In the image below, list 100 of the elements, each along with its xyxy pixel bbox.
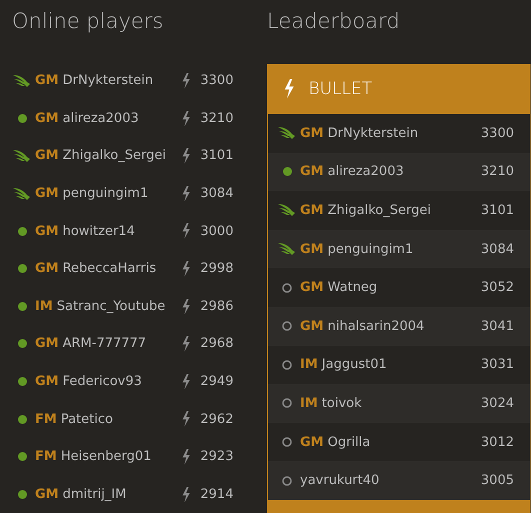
player-name[interactable]: Ogrilla [328,434,370,450]
lightning-icon [182,374,190,390]
leaderboard-row[interactable]: GM nihalsarin2004 3041 [268,306,530,346]
offline-circle-icon [282,360,292,370]
player-title: GM [35,336,59,352]
lightning-icon [182,411,190,427]
player-rating: 3210 [480,164,514,180]
player-rating: 3000 [200,224,234,239]
player-name[interactable]: penguingim1 [328,242,414,257]
leaderboard-row[interactable]: GM penguingim1 3084 [268,230,530,268]
player-rating: 2914 [200,486,234,502]
player-name[interactable]: toivok [322,396,362,411]
player-title: IM [300,357,318,372]
offline-circle-icon [282,398,292,408]
player-rating: 3101 [480,202,514,218]
player-name[interactable]: RebeccaHarris [62,261,156,276]
player-rating: 3084 [200,186,234,202]
offline-circle-icon [282,282,292,293]
player-rating: 3012 [480,434,514,450]
lightning-icon [182,110,190,126]
section-heading: Leaderboard [267,8,401,35]
lightning-icon [182,298,190,314]
leaderboard-row[interactable]: GM alireza2003 3210 [268,152,530,192]
player-name[interactable]: Jaggust01 [322,357,387,372]
player-rating: 3005 [480,473,514,488]
online-dot-icon [18,377,26,386]
panel-title: BULLET [308,79,372,99]
player-name[interactable]: Zhigalko_Sergei [328,202,431,218]
player-title: GM [35,486,59,502]
section-heading: Online players [12,8,164,35]
player-name[interactable]: alireza2003 [62,110,139,126]
player-rating: 3084 [480,242,514,257]
online-dot-icon [18,302,26,311]
wings-icon [278,126,296,140]
leaderboard-row[interactable]: GM Watneg 3052 [268,268,530,307]
player-title: GM [35,374,59,390]
leaderboard-row[interactable]: IM Jaggust01 3031 [268,346,530,384]
player-title: GM [35,224,59,239]
player-name[interactable]: Zhigalko_Sergei [62,148,166,164]
player-name[interactable]: dmitrij_IM [62,486,126,502]
player-name[interactable]: DrNykterstein [328,126,418,141]
lightning-icon [182,260,190,277]
offline-circle-icon [282,476,292,486]
player-rating: 2998 [200,261,234,276]
player-rating: 3300 [200,73,234,88]
player-rating: 3300 [480,126,514,141]
online-dot-icon [18,264,26,274]
offline-circle-icon [282,321,292,332]
wings-icon [13,148,31,163]
player-name[interactable]: Heisenberg01 [60,449,152,464]
player-rating: 3031 [480,357,514,372]
leaderboard-row[interactable]: GM DrNykterstein 3300 [268,114,530,153]
player-title: GM [300,434,324,450]
lightning-icon [182,148,190,164]
player-name[interactable]: yavrukurt40 [300,473,380,488]
player-name[interactable]: Federicov93 [62,374,142,390]
leaderboard-row[interactable]: GM Ogrilla 3012 [268,422,530,462]
player-title: FM [35,412,57,427]
wings-icon [13,186,31,201]
lightning-icon [284,79,294,99]
player-name[interactable]: ARM-777777 [62,336,146,352]
wings-icon [278,242,296,256]
player-title: GM [35,186,59,202]
player-title: GM [300,280,324,296]
player-rating: 2949 [200,374,234,390]
player-rating: 3101 [200,148,234,164]
player-title: IM [35,298,53,314]
player-name[interactable]: Patetico [60,412,113,427]
player-name[interactable]: penguingim1 [62,186,148,202]
player-title: GM [35,261,59,276]
lightning-icon [182,448,190,465]
player-name[interactable]: howitzer14 [62,224,135,239]
player-name[interactable]: DrNykterstein [62,73,154,88]
wings-icon [13,74,31,88]
player-rating: 2986 [200,298,234,314]
online-dot-icon [18,226,26,236]
player-name[interactable]: Satranc_Youtube [56,298,166,314]
online-dot-icon [18,414,26,424]
player-name[interactable]: nihalsarin2004 [328,318,424,334]
wings-icon [278,203,296,218]
player-name[interactable]: Watneg [328,280,378,296]
lightning-icon [182,336,190,352]
online-dot-icon [18,114,26,123]
player-title: GM [300,126,324,141]
player-rating: 2962 [200,412,234,427]
player-title: GM [300,242,324,257]
player-title: GM [35,110,59,126]
offline-circle-icon [282,437,292,448]
online-dot-icon [18,490,26,499]
player-rating: 3052 [480,280,514,296]
player-title: GM [35,148,59,164]
player-title: GM [35,73,59,88]
lightning-icon [182,223,190,239]
leaderboard-row[interactable]: yavrukurt40 3005 [268,461,530,500]
player-title: FM [35,449,57,464]
player-name[interactable]: alireza2003 [328,164,404,180]
online-dot-icon [18,339,26,348]
player-title: GM [300,164,324,180]
leaderboard-row[interactable]: IM toivok 3024 [268,384,530,423]
leaderboard-row[interactable]: GM Zhigalko_Sergei 3101 [268,191,530,230]
